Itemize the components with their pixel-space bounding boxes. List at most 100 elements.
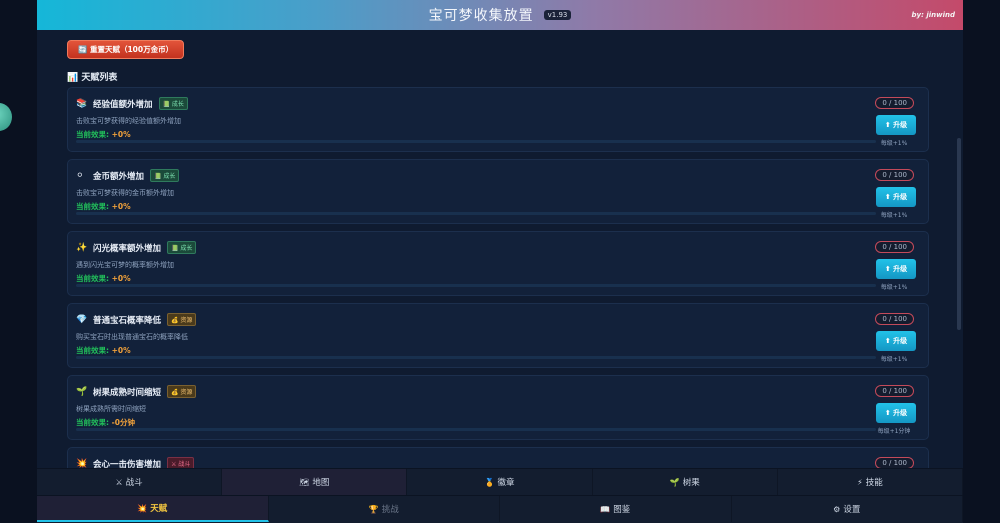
nav-skills[interactable]: ⚡ 技能 <box>777 469 963 495</box>
upgrade-note: 每级+1分钟 <box>877 428 911 435</box>
upgrade-button[interactable]: ⬆ 升级 <box>876 331 916 351</box>
category-tag: 📗 成长 <box>167 241 197 254</box>
category-tag: 💰 资源 <box>167 313 197 326</box>
right-margin <box>963 0 1000 523</box>
app-window: 宝可梦收集放置 v1.93 by: jinwind 🔄 重置天赋（100万金币）… <box>37 0 963 523</box>
scrollbar[interactable] <box>957 138 961 330</box>
current-effect: 当前效果: +0% <box>76 130 131 139</box>
left-margin <box>0 0 37 523</box>
burst-icon: 💥 <box>76 458 88 469</box>
category-tag: 📗 成长 <box>150 169 180 182</box>
talent-description: 树果成熟所需时间缩短 <box>76 405 146 413</box>
coin-icon: ⚪ <box>76 170 84 181</box>
sprout-icon: 🌱 <box>76 386 88 397</box>
sprout-icon: 🌱 <box>669 477 680 487</box>
effect-value: +0% <box>111 130 131 139</box>
nav-row-1: ⚔ 战斗 🗺 地图 🏅 徽章 🌱 树果 ⚡ 技能 <box>37 468 963 495</box>
sparkle-icon: ✨ <box>76 242 88 253</box>
upgrade-note: 每级+1% <box>880 140 908 147</box>
nav-label: 徽章 <box>497 478 515 488</box>
progress-bar <box>76 212 876 215</box>
app-title: 宝可梦收集放置 <box>428 8 534 24</box>
header-bar: 宝可梦收集放置 v1.93 by: jinwind <box>37 0 963 30</box>
effect-value: +0% <box>111 202 131 211</box>
level-badge: 0 / 100 <box>875 313 914 325</box>
upgrade-button[interactable]: ⬆ 升级 <box>876 187 916 207</box>
nav-label: 技能 <box>865 478 883 488</box>
talent-name: 普通宝石概率降低 <box>93 315 162 326</box>
talent-panel: 🔄 重置天赋（100万金币） 📊 天赋列表 📚 经验值额外增加 📗 成长 击败宝可梦… <box>37 30 963 468</box>
burst-icon: 💥 <box>137 503 148 513</box>
upgrade-note: 每级+1% <box>880 356 908 363</box>
book-icon: 📚 <box>76 98 88 109</box>
upgrade-note: 每级+1% <box>880 212 908 219</box>
floating-bubble-icon[interactable] <box>0 103 12 131</box>
nav-row-2: 💥 天赋 🏆 挑战 📖 图鉴 ⚙ 设置 <box>37 495 963 522</box>
talent-description: 遇到闪光宝可梦的概率额外增加 <box>76 261 174 269</box>
level-badge: 0 / 100 <box>875 385 914 397</box>
talent-name: 树果成熟时间缩短 <box>93 387 162 398</box>
current-effect: 当前效果: +0% <box>76 202 131 211</box>
talent-name: 金币额外增加 <box>93 171 145 182</box>
talent-name: 闪光概率额外增加 <box>93 243 162 254</box>
nav-label: 天赋 <box>150 504 168 514</box>
lightning-icon: ⚡ <box>857 477 863 487</box>
talent-description: 购买宝石时出现普通宝石的概率降低 <box>76 333 188 341</box>
talent-name: 会心一击伤害增加 <box>93 459 162 469</box>
nav-battle[interactable]: ⚔ 战斗 <box>37 469 223 495</box>
trophy-icon: 🏆 <box>368 504 379 514</box>
nav-talents[interactable]: 💥 天赋 <box>37 496 269 522</box>
level-badge: 0 / 100 <box>875 169 914 181</box>
nav-label: 挑战 <box>381 505 399 515</box>
talent-card: ✨ 闪光概率额外增加 📗 成长 遇到闪光宝可梦的概率额外增加 当前效果: +0% 0… <box>67 231 929 296</box>
talent-list-title: 📊 天赋列表 <box>67 73 118 83</box>
medal-icon: 🏅 <box>484 477 495 487</box>
nav-label: 树果 <box>682 478 700 488</box>
category-tag: 📗 成长 <box>158 97 188 110</box>
nav-label: 图鉴 <box>613 505 631 515</box>
gem-icon: 💎 <box>76 314 88 325</box>
level-badge: 0 / 100 <box>875 97 914 109</box>
level-badge: 0 / 100 <box>875 241 914 253</box>
gear-icon: ⚙ <box>833 504 841 514</box>
author-credit: by: jinwind <box>911 11 955 19</box>
book-icon: 📖 <box>600 504 611 514</box>
talent-card: ⚪ 金币额外增加 📗 成长 击败宝可梦获得的金币额外增加 当前效果: +0% 0 /… <box>67 159 929 224</box>
nav-badges[interactable]: 🏅 徽章 <box>407 469 593 495</box>
effect-value: -0分钟 <box>111 418 135 427</box>
effect-value: +0% <box>111 346 131 355</box>
version-badge: v1.93 <box>543 10 572 20</box>
upgrade-button[interactable]: ⬆ 升级 <box>876 115 916 135</box>
effect-value: +0% <box>111 274 131 283</box>
progress-bar <box>76 356 876 359</box>
level-badge: 0 / 100 <box>875 457 914 468</box>
progress-bar <box>76 428 876 431</box>
bottom-nav: ⚔ 战斗 🗺 地图 🏅 徽章 🌱 树果 ⚡ 技能 💥 天赋 🏆 挑战 📖 图鉴 ⚙ 设置 <box>37 468 963 523</box>
progress-bar <box>76 140 876 143</box>
nav-challenge[interactable]: 🏆 挑战 <box>268 496 500 522</box>
upgrade-note: 每级+1% <box>880 284 908 291</box>
upgrade-button[interactable]: ⬆ 升级 <box>876 403 916 423</box>
talent-card: 💥 会心一击伤害增加 ⚔ 战斗 0 / 100 <box>67 447 929 468</box>
current-effect: 当前效果: +0% <box>76 346 131 355</box>
current-effect: 当前效果: +0% <box>76 274 131 283</box>
talent-description: 击败宝可梦获得的金币额外增加 <box>76 189 174 197</box>
talent-description: 击败宝可梦获得的经验值额外增加 <box>76 117 181 125</box>
talent-card: 📚 经验值额外增加 📗 成长 击败宝可梦获得的经验值额外增加 当前效果: +0% 0… <box>67 87 929 152</box>
swords-icon: ⚔ <box>115 477 123 487</box>
nav-settings[interactable]: ⚙ 设置 <box>731 496 963 522</box>
category-tag: ⚔ 战斗 <box>167 457 195 468</box>
talent-card: 💎 普通宝石概率降低 💰 资源 购买宝石时出现普通宝石的概率降低 当前效果: +0%… <box>67 303 929 368</box>
current-effect: 当前效果: -0分钟 <box>76 418 135 427</box>
nav-label: 设置 <box>843 505 861 515</box>
nav-pokedex[interactable]: 📖 图鉴 <box>500 496 732 522</box>
reset-talents-button[interactable]: 🔄 重置天赋（100万金币） <box>67 40 185 59</box>
talent-card: 🌱 树果成熟时间缩短 💰 资源 树果成熟所需时间缩短 当前效果: -0分钟 0 / … <box>67 375 929 440</box>
category-tag: 💰 资源 <box>167 385 197 398</box>
nav-label: 战斗 <box>125 478 143 488</box>
talent-list: 📚 经验值额外增加 📗 成长 击败宝可梦获得的经验值额外增加 当前效果: +0% 0… <box>67 87 929 468</box>
nav-berries[interactable]: 🌱 树果 <box>592 469 778 495</box>
map-icon: 🗺 <box>299 477 310 487</box>
upgrade-button[interactable]: ⬆ 升级 <box>876 259 916 279</box>
nav-map[interactable]: 🗺 地图 <box>222 469 408 495</box>
